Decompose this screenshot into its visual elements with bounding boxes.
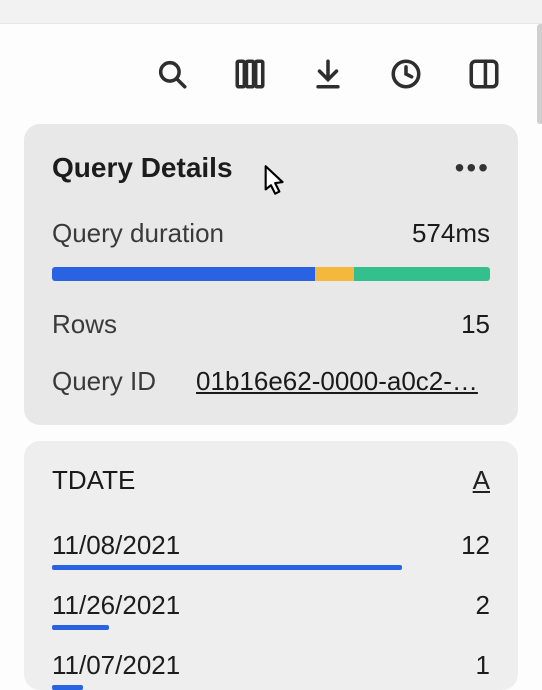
duration-bar <box>52 267 490 281</box>
distribution-count: 12 <box>461 530 490 561</box>
distribution-row[interactable]: 11/26/2021 2 <box>52 576 490 625</box>
distribution-bar <box>52 565 402 570</box>
duration-seg-1 <box>52 267 315 281</box>
cursor-icon <box>255 162 289 200</box>
duration-seg-3 <box>354 267 490 281</box>
query-details-card: Query Details ••• Query duration 574ms R… <box>24 124 518 425</box>
toolbar <box>0 24 542 124</box>
duration-seg-2 <box>315 267 354 281</box>
distribution-row[interactable]: 11/07/2021 1 <box>52 636 490 685</box>
download-icon[interactable] <box>311 57 345 91</box>
distribution-date: 11/07/2021 <box>52 650 180 681</box>
window-top-strip <box>0 0 542 24</box>
duration-value: 574ms <box>412 218 490 249</box>
duration-label: Query duration <box>52 218 224 249</box>
distribution-bar <box>52 625 109 630</box>
distribution-date: 11/26/2021 <box>52 590 180 621</box>
distribution-row[interactable]: 11/08/2021 12 <box>52 516 490 565</box>
columns-icon[interactable] <box>233 57 267 91</box>
rows-value: 15 <box>461 309 490 340</box>
rows-label: Rows <box>52 309 117 340</box>
more-icon[interactable]: ••• <box>455 154 490 182</box>
history-icon[interactable] <box>389 57 423 91</box>
distribution-list: 11/08/2021 12 11/26/2021 2 11/07/2021 1 <box>52 516 490 690</box>
distribution-count: 1 <box>476 650 490 681</box>
distribution-count: 2 <box>476 590 490 621</box>
query-id-label: Query ID <box>52 366 156 397</box>
card-title: Query Details <box>52 152 233 184</box>
distribution-bar <box>52 685 83 690</box>
results-card: TDATE A 11/08/2021 12 11/26/2021 2 11/07/202… <box>24 441 518 690</box>
search-icon[interactable] <box>155 57 189 91</box>
column-name: TDATE <box>52 465 135 496</box>
panel-icon[interactable] <box>467 57 501 91</box>
distribution-date: 11/08/2021 <box>52 530 180 561</box>
column-type[interactable]: A <box>473 465 490 496</box>
scroll-handle[interactable] <box>537 24 542 124</box>
query-id-value[interactable]: 01b16e62-0000-a0c2-… <box>196 366 478 397</box>
